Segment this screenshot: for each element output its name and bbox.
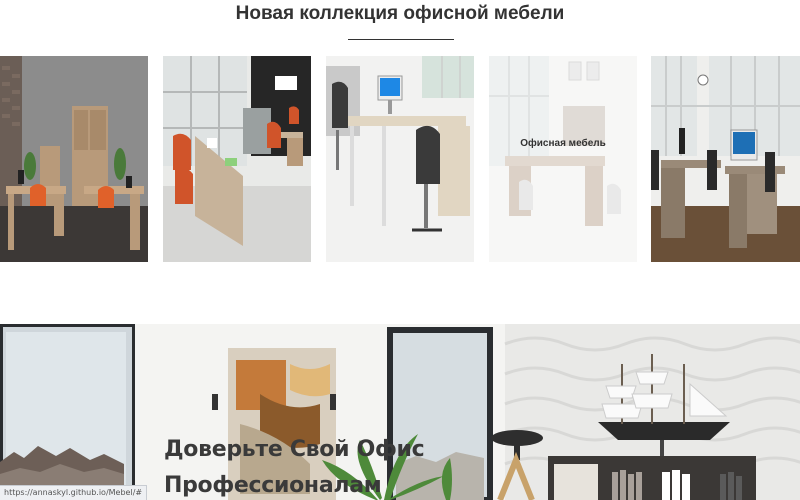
office-furniture-image bbox=[489, 56, 637, 262]
hero-heading-line1: Доверьте Свой Офис bbox=[164, 437, 425, 462]
hero-heading-line2: Профессионалам bbox=[164, 473, 382, 498]
hero-section: Доверьте Свой Офис Профессионалам bbox=[0, 324, 800, 500]
office-interior-image bbox=[651, 56, 800, 262]
gallery: Офисная мебель bbox=[0, 56, 800, 262]
gallery-item-office-room[interactable] bbox=[163, 56, 311, 262]
single-workstation-image bbox=[326, 56, 474, 262]
title-underline bbox=[348, 39, 454, 40]
gallery-item-office-desks[interactable] bbox=[0, 56, 148, 262]
gallery-item-office-furniture[interactable]: Офисная мебель bbox=[489, 56, 637, 262]
gallery-item-single-workstation[interactable] bbox=[326, 56, 474, 262]
office-room-image bbox=[163, 56, 311, 262]
status-bar-url: https://annaskyl.github.io/Mebel/# bbox=[0, 485, 148, 500]
gallery-item-caption: Офисная мебель bbox=[520, 138, 606, 149]
office-desks-image bbox=[0, 56, 148, 262]
gallery-item-office-interior[interactable] bbox=[651, 56, 800, 262]
hero-heading: Доверьте Свой Офис Профессионалам bbox=[164, 432, 425, 500]
section-title: Новая коллекция офисной мебели bbox=[235, 3, 565, 24]
